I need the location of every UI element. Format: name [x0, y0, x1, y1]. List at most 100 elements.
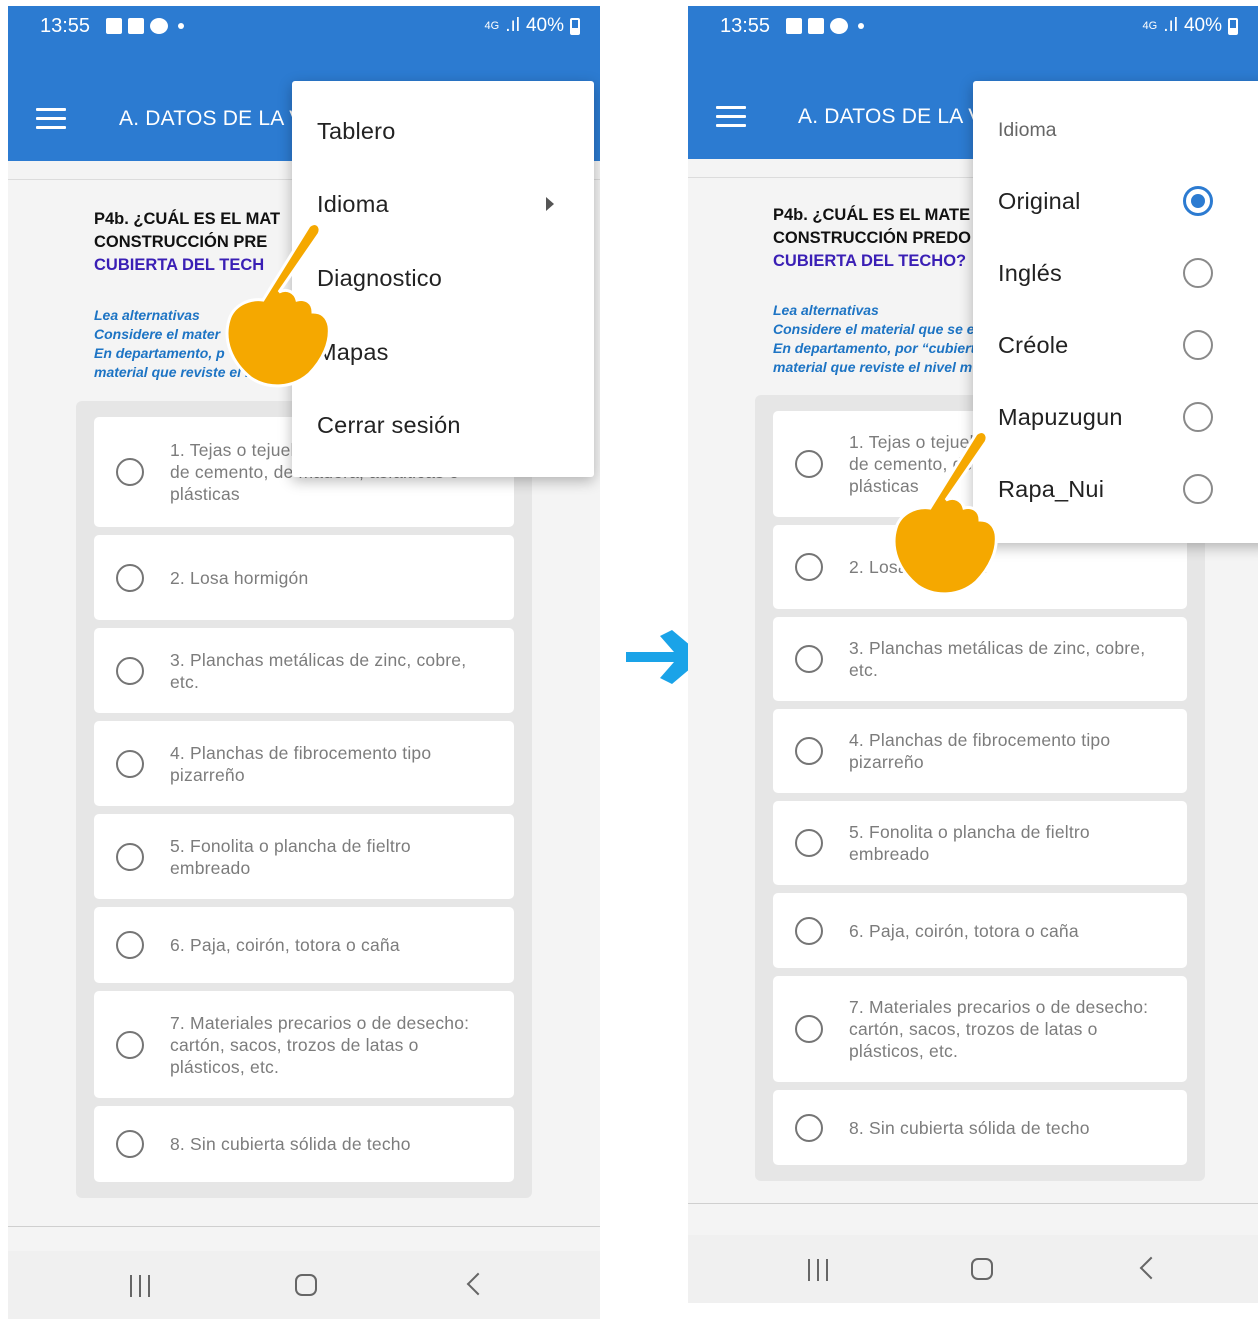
language-item-mapuzugun[interactable]: Mapuzugun	[998, 404, 1123, 431]
option-3[interactable]: 3. Planchas metálicas de zinc, cobre, et…	[773, 617, 1187, 701]
option-5[interactable]: 5. Fonolita o plancha de fieltro embread…	[94, 814, 514, 899]
option-label: 8. Sin cubierta sólida de techo	[849, 1117, 1090, 1138]
option-3[interactable]: 3. Planchas metálicas de zinc, cobre, et…	[94, 628, 514, 713]
instructions: Lea alternativas Considere el material q…	[773, 301, 975, 377]
option-8[interactable]: 8. Sin cubierta sólida de techo	[773, 1090, 1187, 1165]
option-4[interactable]: 4. Planchas de fibrocemento tipo pizarre…	[773, 709, 1187, 793]
battery-level: 40%	[1183, 15, 1222, 36]
submenu-arrow-icon	[546, 197, 554, 211]
radio-button[interactable]	[795, 916, 823, 945]
status-bar: 13:55 4G .ıl 40%	[688, 6, 1258, 46]
status-time: 13:55	[720, 14, 771, 37]
battery-icon	[570, 17, 580, 35]
pointing-hand-icon	[892, 430, 998, 596]
option-label: 4. Planchas de fibrocemento tipo pizarre…	[849, 730, 1111, 772]
menu-icon[interactable]	[36, 108, 66, 130]
option-7[interactable]: 7. Materiales precarios o de desecho: ca…	[94, 991, 514, 1098]
chat-notification-icon	[150, 18, 169, 34]
radio-button[interactable]	[795, 1113, 823, 1142]
radio-button[interactable]	[795, 737, 823, 765]
radio-button[interactable]	[795, 829, 823, 857]
option-label: 6. Paja, coirón, totora o caña	[849, 920, 1079, 941]
radio-button[interactable]	[116, 1030, 144, 1059]
radio-button[interactable]	[116, 458, 144, 486]
radio-button-selected[interactable]	[1183, 186, 1213, 216]
option-label: 2. Losa hormigón	[170, 567, 309, 588]
option-label: 6. Paja, coirón, totora o caña	[170, 935, 400, 955]
pointing-hand-icon	[225, 222, 331, 388]
page-title: A. DATOS DE LA V	[119, 107, 304, 130]
phone-screen-right: 13:55 4G .ıl 40% A. DATOS DE LA VI P4b. …	[688, 6, 1258, 1303]
radio-button[interactable]	[795, 450, 823, 478]
back-icon[interactable]	[466, 1272, 490, 1296]
option-2[interactable]: 2. Losa hormigón	[94, 535, 514, 620]
language-item-creole[interactable]: Créole	[998, 332, 1068, 359]
radio-button[interactable]	[116, 656, 144, 685]
radio-button[interactable]	[795, 645, 823, 673]
divider	[688, 1203, 1258, 1204]
back-icon[interactable]	[1139, 1256, 1163, 1280]
menu-icon[interactable]	[716, 106, 746, 128]
radio-button[interactable]	[1183, 330, 1213, 360]
page-title: A. DATOS DE LA VI	[798, 105, 989, 128]
option-8[interactable]: 8. Sin cubierta sólida de techo	[94, 1106, 514, 1182]
status-bar: 13:55 4G .ıl 40%	[8, 6, 600, 46]
battery-level: 40%	[525, 15, 564, 36]
language-menu-header: Idioma	[998, 119, 1057, 141]
option-label: 7. Materiales precarios o de desecho: ca…	[849, 997, 1149, 1061]
radio-button[interactable]	[116, 842, 144, 871]
language-item-rapa-nui[interactable]: Rapa_Nui	[998, 476, 1104, 503]
option-label: 8. Sin cubierta sólida de techo	[170, 1134, 411, 1154]
radio-button[interactable]	[116, 563, 144, 592]
battery-icon	[1228, 17, 1238, 35]
signal-icon: .ıl	[1163, 15, 1178, 36]
option-label: 7. Materiales precarios o de desecho: ca…	[170, 1012, 470, 1077]
gallery-notification-icon	[106, 18, 123, 34]
recent-apps-icon[interactable]	[130, 1275, 150, 1297]
option-label: 4. Planchas de fibrocemento tipo pizarre…	[170, 742, 432, 785]
signal-icon: .ıl	[505, 15, 520, 36]
menu-item-cerrar-sesion[interactable]: Cerrar sesión	[317, 412, 461, 439]
radio-button[interactable]	[116, 1130, 144, 1158]
instruction-line: Considere el material que se e	[773, 321, 975, 337]
check-notification-icon	[128, 18, 145, 34]
menu-item-tablero[interactable]: Tablero	[317, 118, 395, 145]
chat-notification-icon	[830, 18, 849, 34]
instruction-line: material que reviste el nivel m	[773, 359, 973, 375]
more-notifications-icon	[178, 23, 185, 29]
check-notification-icon	[808, 18, 825, 34]
option-6[interactable]: 6. Paja, coirón, totora o caña	[94, 907, 514, 983]
language-item-ingles[interactable]: Inglés	[998, 260, 1062, 287]
instruction-line: En departamento, por “cubiert	[773, 340, 976, 356]
radio-button[interactable]	[1183, 402, 1213, 432]
language-item-original[interactable]: Original	[998, 188, 1081, 215]
option-7[interactable]: 7. Materiales precarios o de desecho: ca…	[773, 976, 1187, 1082]
radio-button[interactable]	[116, 749, 144, 778]
language-menu: Idioma Original Inglés Créole Mapuzugun …	[973, 81, 1258, 543]
recent-apps-icon[interactable]	[808, 1259, 828, 1281]
option-label: 5. Fonolita o plancha de fieltro embread…	[170, 835, 411, 878]
option-4[interactable]: 4. Planchas de fibrocemento tipo pizarre…	[94, 721, 514, 806]
instruction-line: Lea alternativas	[773, 302, 879, 318]
navigation-bar	[688, 1235, 1258, 1303]
home-icon[interactable]	[971, 1258, 993, 1280]
radio-button[interactable]	[795, 553, 823, 581]
home-icon[interactable]	[295, 1274, 317, 1296]
network-type: 4G	[484, 20, 500, 32]
radio-button[interactable]	[1183, 258, 1213, 288]
navigation-bar	[8, 1251, 600, 1319]
option-label: 3. Planchas metálicas de zinc, cobre, et…	[170, 649, 467, 692]
menu-item-idioma[interactable]: Idioma	[317, 191, 389, 218]
option-label: 3. Planchas metálicas de zinc, cobre, et…	[849, 638, 1146, 680]
phone-screen-left: 13:55 4G .ıl 40% A. DATOS DE LA V P4b. ¿…	[8, 6, 600, 1319]
option-5[interactable]: 5. Fonolita o plancha de fieltro embread…	[773, 801, 1187, 885]
radio-button[interactable]	[116, 931, 144, 959]
radio-button[interactable]	[795, 1015, 823, 1043]
option-label: 5. Fonolita o plancha de fieltro embread…	[849, 822, 1090, 864]
network-type: 4G	[1142, 20, 1158, 32]
radio-button[interactable]	[1183, 474, 1213, 504]
option-6[interactable]: 6. Paja, coirón, totora o caña	[773, 893, 1187, 968]
gallery-notification-icon	[786, 18, 803, 34]
divider	[8, 1226, 600, 1227]
options-list: 1. Tejas o tejuelas de arcilla, metálica…	[76, 401, 532, 1198]
